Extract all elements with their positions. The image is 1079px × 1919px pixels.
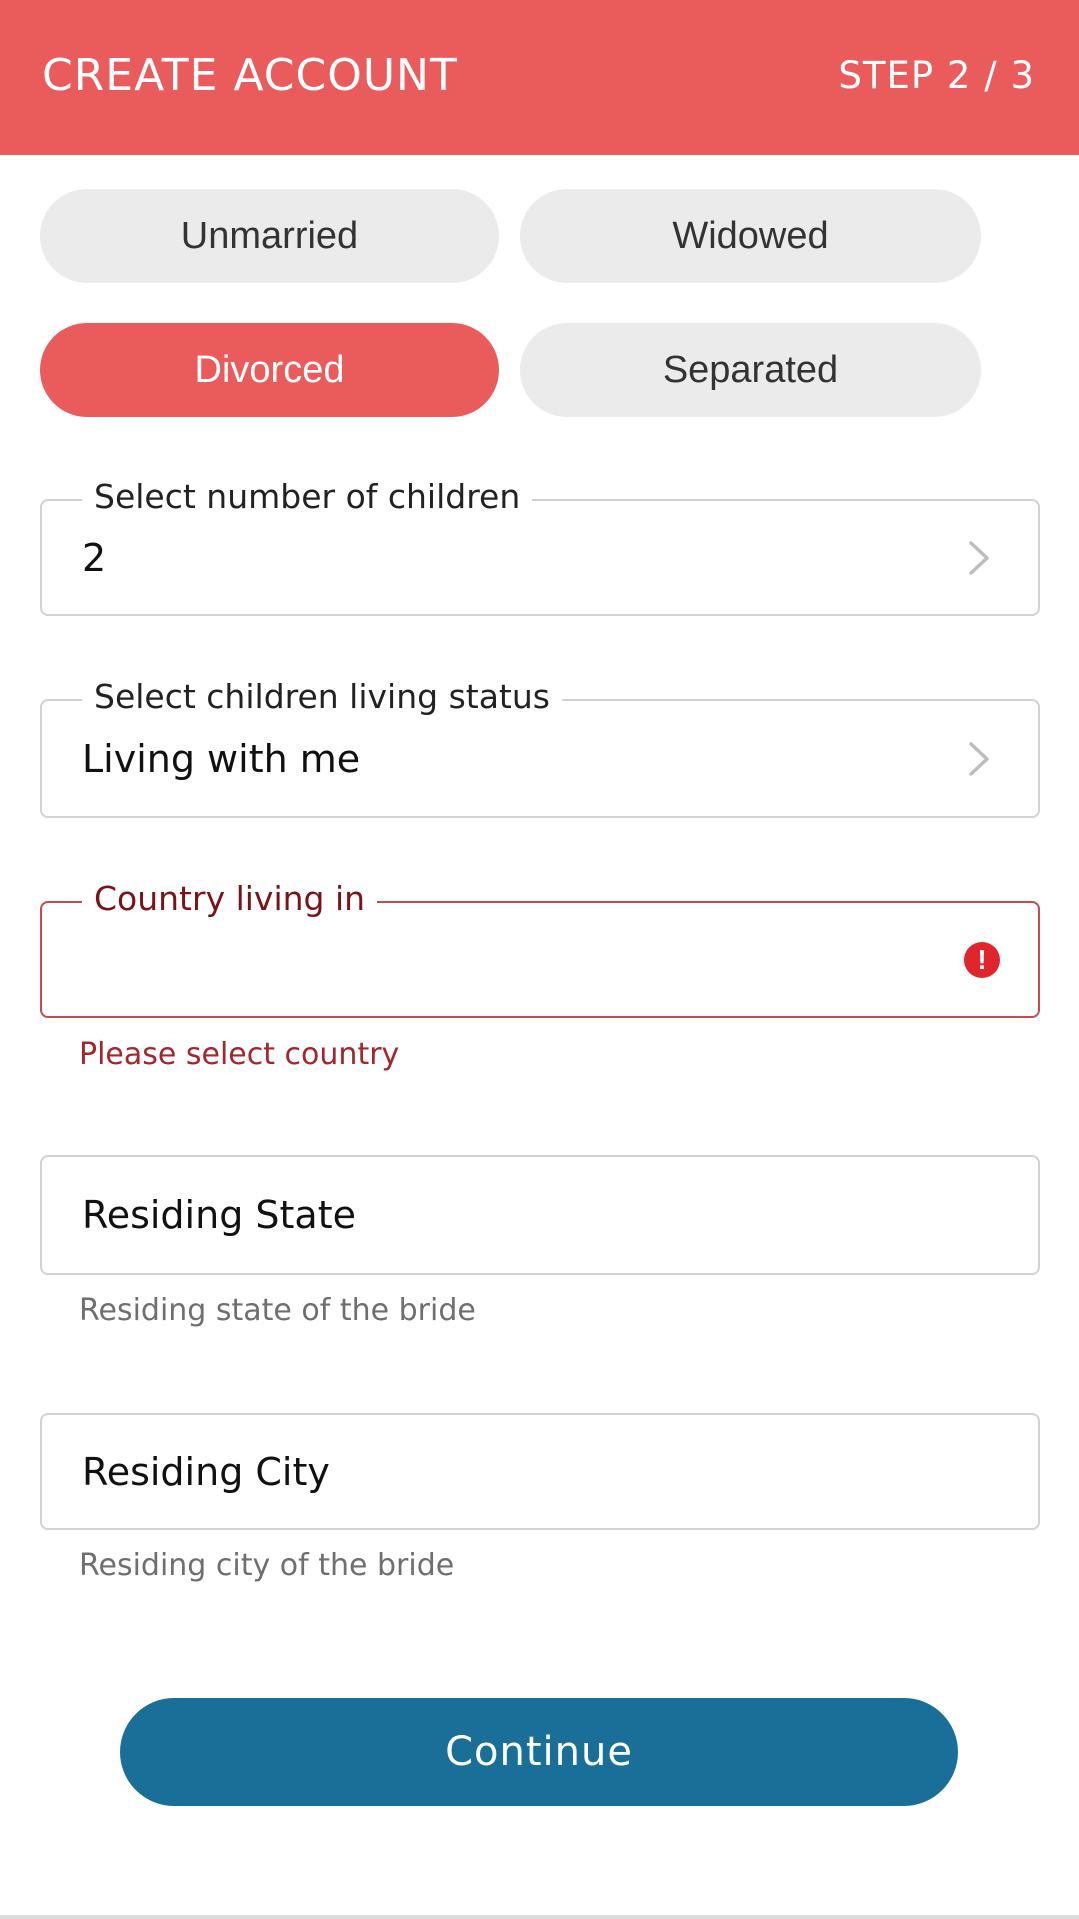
residing-state-field[interactable]: Residing State — [40, 1155, 1040, 1275]
children-living-status-label: Select children living status — [82, 677, 562, 716]
app-header: CREATE ACCOUNT STEP 2 / 3 — [0, 0, 1079, 155]
error-icon: ! — [964, 941, 1000, 978]
marital-status-divorced[interactable]: Divorced — [40, 323, 499, 417]
country-error-message: Please select country — [79, 1037, 400, 1072]
chevron-right-icon — [969, 540, 989, 575]
marital-status-widowed[interactable]: Widowed — [520, 189, 981, 283]
step-indicator: STEP 2 / 3 — [838, 54, 1035, 97]
children-count-value: 2 — [82, 535, 107, 580]
country-label: Country living in — [82, 879, 378, 918]
residing-state-helper: Residing state of the bride — [79, 1293, 476, 1328]
page-title: CREATE ACCOUNT — [42, 50, 458, 101]
chevron-right-icon — [969, 741, 989, 776]
children-count-select[interactable]: Select number of children 2 — [40, 477, 1040, 616]
children-living-status-value: Living with me — [82, 736, 361, 781]
marital-status-separated[interactable]: Separated — [520, 323, 981, 417]
marital-status-unmarried[interactable]: Unmarried — [40, 189, 499, 283]
children-living-status-select[interactable]: Select children living status Living wit… — [40, 677, 1040, 818]
children-count-label: Select number of children — [82, 477, 533, 516]
residing-state-placeholder: Residing State — [82, 1193, 356, 1237]
bottom-divider — [0, 1915, 1079, 1919]
residing-city-field[interactable]: Residing City — [40, 1413, 1040, 1530]
country-select[interactable]: Country living in ! — [40, 879, 1040, 1018]
residing-city-helper: Residing city of the bride — [79, 1548, 455, 1583]
continue-button[interactable]: Continue — [120, 1698, 958, 1806]
residing-city-placeholder: Residing City — [82, 1449, 330, 1494]
